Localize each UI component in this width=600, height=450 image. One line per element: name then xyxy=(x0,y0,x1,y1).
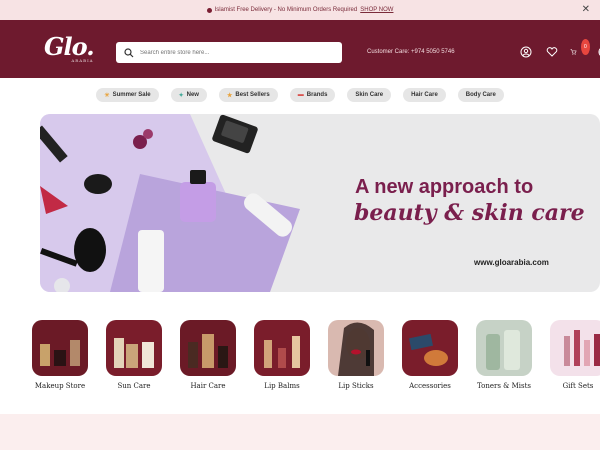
search-bar[interactable] xyxy=(116,42,342,63)
sun-icon: ☀ xyxy=(104,92,110,99)
category-label: Lip Balms xyxy=(264,382,300,390)
category-hair-care[interactable]: Hair Care xyxy=(178,320,238,390)
category-carousel: Makeup Store Sun Care Hair Care Lip Balm… xyxy=(0,302,600,414)
category-image xyxy=(106,320,162,376)
category-image xyxy=(254,320,310,376)
category-nav: ☀ Summer Sale ✦ New ★ Best Sellers ▬ Brands … xyxy=(0,78,600,112)
sparkle-icon: ✦ xyxy=(178,92,184,99)
announcement-text: Islamist Free Delivery - No Minimum Orde… xyxy=(214,7,358,13)
star-icon: ★ xyxy=(226,92,233,99)
cart-icon[interactable]: 0 xyxy=(570,39,590,60)
language-globe-icon[interactable] xyxy=(596,44,600,60)
hero-subheadline: beauty & skin care xyxy=(354,200,585,226)
nav-hair-care[interactable]: Hair Care xyxy=(403,88,446,102)
close-icon[interactable]: ✕ xyxy=(582,4,590,15)
category-label: Sun Care xyxy=(117,382,151,390)
hero-url: www.gloarabia.com xyxy=(474,258,549,267)
category-label: Hair Care xyxy=(190,382,226,390)
search-input[interactable] xyxy=(140,49,330,56)
category-toners-mists[interactable]: Toners & Mists xyxy=(474,320,534,390)
nav-skin-care[interactable]: Skin Care xyxy=(347,88,392,102)
wishlist-icon[interactable] xyxy=(544,44,560,60)
nav-body-care[interactable]: Body Care xyxy=(457,88,504,102)
nav-label: Brands xyxy=(306,92,328,98)
category-image xyxy=(476,320,532,376)
hero-banner[interactable]: A new approach to beauty & skin care www… xyxy=(40,114,600,292)
hero-headline: A new approach to xyxy=(355,176,534,198)
account-icon[interactable] xyxy=(518,44,534,60)
site-header: Glo. ARABIA Customer Care: +974 5050 574… xyxy=(0,20,600,78)
logo-text: Glo. xyxy=(44,32,95,61)
category-sun-care[interactable]: Sun Care xyxy=(104,320,164,390)
category-label: Accessories xyxy=(409,382,451,390)
nav-label: Body Care xyxy=(465,92,496,98)
nav-label: Summer Sale xyxy=(112,92,151,98)
bullet-icon xyxy=(206,7,212,13)
category-label: Gift Sets xyxy=(562,382,594,390)
category-label: Toners & Mists xyxy=(476,382,531,390)
nav-label: Skin Care xyxy=(355,92,384,98)
nav-new[interactable]: ✦ New xyxy=(170,88,207,102)
category-image xyxy=(180,320,236,376)
customer-care-text: Customer Care: +974 5050 5746 xyxy=(367,49,455,55)
nav-best-sellers[interactable]: ★ Best Sellers xyxy=(218,88,278,102)
footer-strip xyxy=(0,414,600,450)
brands-icon: ▬ xyxy=(297,92,304,98)
nav-label: Hair Care xyxy=(411,92,438,98)
category-label: Makeup Store xyxy=(34,382,86,390)
category-label: Lip Sticks xyxy=(338,382,374,390)
category-lip-sticks[interactable]: Lip Sticks xyxy=(326,320,386,390)
category-accessories[interactable]: Accessories xyxy=(400,320,460,390)
nav-brands[interactable]: ▬ Brands xyxy=(289,88,336,102)
cosmetics-illustration xyxy=(40,114,340,292)
category-image xyxy=(32,320,88,376)
nav-summer-sale[interactable]: ☀ Summer Sale xyxy=(96,88,159,102)
search-icon[interactable] xyxy=(124,47,134,58)
hero-section: A new approach to beauty & skin care www… xyxy=(0,112,600,302)
nav-label: New xyxy=(186,92,199,98)
category-image xyxy=(402,320,458,376)
announcement-bar: Islamist Free Delivery - No Minimum Orde… xyxy=(0,0,600,20)
logo-subtext: ARABIA xyxy=(71,58,94,63)
category-makeup-store[interactable]: Makeup Store xyxy=(30,320,90,390)
shop-now-link[interactable]: SHOP NOW xyxy=(360,7,393,13)
category-image xyxy=(550,320,600,376)
nav-label: Best Sellers xyxy=(235,92,270,98)
logo[interactable]: Glo. ARABIA xyxy=(44,32,95,63)
category-lip-balms[interactable]: Lip Balms xyxy=(252,320,312,390)
category-gift-sets[interactable]: Gift Sets xyxy=(548,320,600,390)
category-image xyxy=(328,320,384,376)
cart-count-badge: 0 xyxy=(580,39,590,55)
